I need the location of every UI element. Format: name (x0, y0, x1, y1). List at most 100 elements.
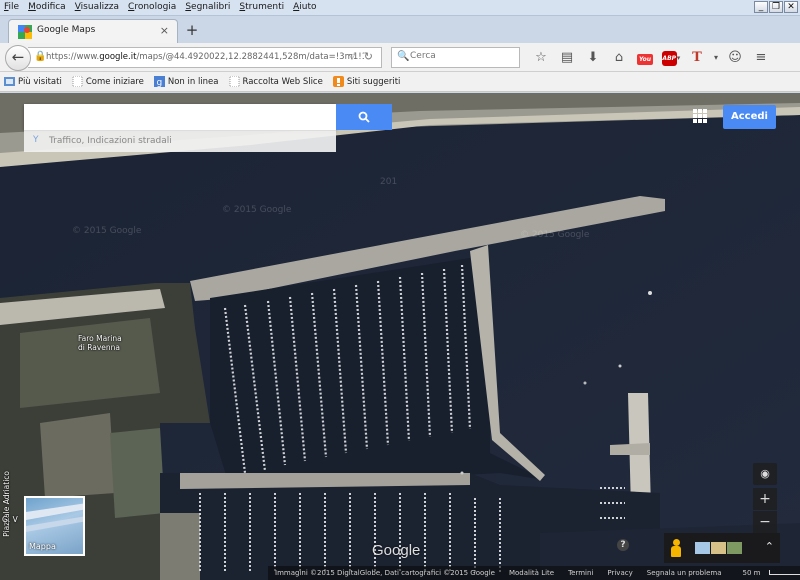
browser-search-bar[interactable]: 🔍 (391, 47, 520, 68)
tab-title: Google Maps (37, 25, 96, 35)
menu-bar: File Modifica Visualizza Cronologia Segn… (0, 0, 800, 16)
search-icon: 🔍 (397, 51, 410, 62)
privacy-link[interactable]: Privacy (600, 569, 639, 577)
navigation-bar: 🔒 https://www.google.it/maps/@44.4920022… (0, 43, 800, 72)
identity-lock-icon[interactable]: 🔒 (34, 51, 46, 62)
back-button[interactable]: ← (5, 45, 31, 71)
adblock-plus-icon[interactable]: ABP▾ (658, 49, 684, 66)
close-window-button[interactable]: ✕ (784, 1, 798, 13)
maps-search-button[interactable] (336, 104, 392, 130)
map-canvas[interactable]: © 2015 Google © 2015 Google © 2015 Googl… (0, 93, 800, 580)
bookmark-siti-suggeriti[interactable]: Siti suggeriti (332, 76, 401, 87)
url-history-dropdown-icon[interactable]: ▽ (349, 52, 355, 61)
tab-close-icon[interactable]: × (160, 24, 169, 37)
search-icon (358, 111, 370, 123)
my-location-button[interactable]: ◉ (753, 463, 777, 485)
downloads-icon[interactable]: ⬇ (580, 50, 606, 65)
menu-modifica[interactable]: Modifica (28, 2, 66, 12)
bookmark-label: Non in linea (167, 76, 219, 87)
google-logo: Google (372, 542, 421, 559)
scale-bar (769, 570, 800, 575)
bookmark-label: Siti suggeriti (346, 76, 401, 87)
road-label: Piazzale Adriatico (2, 471, 11, 537)
maps-search-input[interactable] (32, 109, 322, 122)
imagery-watermark: © 2015 Google (222, 205, 292, 215)
svg-text:g: g (156, 78, 162, 87)
suggested-sites-icon (332, 76, 344, 87)
lite-mode-link[interactable]: Modalità Lite (502, 569, 561, 577)
zoom-in-button[interactable]: + (753, 488, 777, 510)
url-path: /maps/@44.4920022,12.2882441,528m/data=!… (136, 52, 364, 62)
scale-indicator[interactable]: 50 m (728, 569, 800, 577)
report-problem-link[interactable]: Segnala un problema (640, 569, 729, 577)
chat-icon[interactable]: ☺ (722, 50, 748, 65)
menu-strumenti[interactable]: Strumenti (239, 2, 284, 12)
signin-button[interactable]: Accedi (723, 105, 776, 129)
menu-cronologia[interactable]: Cronologia (128, 2, 176, 12)
layer-switcher-bar: ⌃ (664, 533, 780, 563)
layer-thumbnails (695, 542, 742, 554)
menu-file[interactable]: File (4, 2, 19, 12)
scale-label: 50 m (742, 569, 761, 577)
url-text[interactable]: https://www.google.it/maps/@44.4920022,1… (46, 52, 364, 62)
map-footer: Immagini ©2015 DigitalGlobe, Dati cartog… (268, 566, 800, 580)
url-host: google.it (99, 52, 137, 62)
traffic-directions-row[interactable]: Y Traffico, Indicazioni stradali (24, 130, 336, 152)
terrain-layer-thumb[interactable] (711, 542, 726, 554)
back-arrow-icon: ← (11, 48, 25, 66)
menu-list: File Modifica Visualizza Cronologia Segn… (4, 2, 317, 12)
imagery-attribution: Immagini ©2015 DigitalGlobe, Dati cartog… (275, 569, 495, 577)
window-controls: _ ❐ ✕ (754, 1, 798, 13)
bookmark-star-icon[interactable]: ☆ (528, 50, 554, 65)
pegman-icon[interactable] (671, 539, 681, 557)
apps-grid-icon[interactable] (693, 109, 707, 123)
help-button[interactable]: ? (617, 539, 629, 551)
menu-visualizza[interactable]: Visualizza (75, 2, 119, 12)
bookmark-non-in-linea[interactable]: g Non in linea (153, 76, 219, 87)
imagery-watermark: © 2015 Google (72, 226, 142, 236)
minimap-label: Mappa (29, 542, 56, 551)
bookmark-label: Come iniziare (85, 76, 144, 87)
tab-google-maps[interactable]: Google Maps × (8, 19, 178, 43)
map-layer-thumb[interactable] (695, 542, 710, 554)
translator-dropdown-icon[interactable]: ▾ (710, 53, 722, 62)
restore-button[interactable]: ❐ (769, 1, 783, 13)
bookmark-label: Più visitati (18, 76, 62, 87)
google-maps-favicon-icon (18, 25, 32, 39)
minimap-toggle[interactable]: Mappa (24, 496, 85, 556)
reload-icon[interactable]: ↻ (364, 50, 373, 63)
tab-strip: Google Maps × + (0, 16, 800, 43)
menu-segnalibri[interactable]: Segnalibri (185, 2, 230, 12)
home-icon[interactable]: ⌂ (606, 50, 632, 65)
place-label-faro[interactable]: Faro Marina di Ravenna (78, 334, 128, 352)
page-icon (72, 76, 83, 87)
minimize-button[interactable]: _ (754, 1, 768, 13)
bookmark-piu-visitati[interactable]: Più visitati (4, 76, 62, 87)
google-icon: g (153, 76, 165, 87)
traffic-label: Traffico, Indicazioni stradali (49, 136, 172, 146)
menu-aiuto[interactable]: Aiuto (293, 2, 316, 12)
bookmark-label: Raccolta Web Slice (242, 76, 323, 87)
terms-link[interactable]: Termini (561, 569, 600, 577)
bookmark-raccolta-web-slice[interactable]: Raccolta Web Slice (229, 76, 323, 87)
bookmarks-toolbar: Più visitati Come iniziare g Non in line… (0, 72, 800, 92)
open-menu-icon[interactable]: ≡ (748, 50, 774, 65)
bookmark-come-iniziare[interactable]: Come iniziare (72, 76, 144, 87)
most-visited-icon (4, 77, 15, 86)
reading-list-icon[interactable]: ▤ (554, 50, 580, 65)
url-bar[interactable]: 🔒 https://www.google.it/maps/@44.4920022… (28, 47, 382, 68)
translator-icon[interactable]: T (684, 50, 710, 65)
toolbar-icons: ☆ ▤ ⬇ ⌂ You ABP▾ T ▾ ☺ ≡ (528, 49, 774, 66)
maps-search-box[interactable] (24, 104, 336, 130)
road-label-partial: G. V (2, 515, 18, 524)
imagery-watermark: © 2015 Google (520, 230, 590, 240)
youtube-icon[interactable]: You (632, 50, 658, 65)
location-icon: ◉ (760, 467, 770, 480)
new-tab-button[interactable]: + (184, 21, 200, 39)
zoom-out-button[interactable]: − (753, 511, 777, 533)
url-prefix: https://www. (46, 52, 100, 62)
imagery-watermark: 201 (380, 177, 398, 187)
browser-search-input[interactable] (410, 51, 515, 61)
expand-chevron-icon[interactable]: ⌃ (765, 540, 774, 553)
earth-layer-thumb[interactable] (727, 542, 742, 554)
